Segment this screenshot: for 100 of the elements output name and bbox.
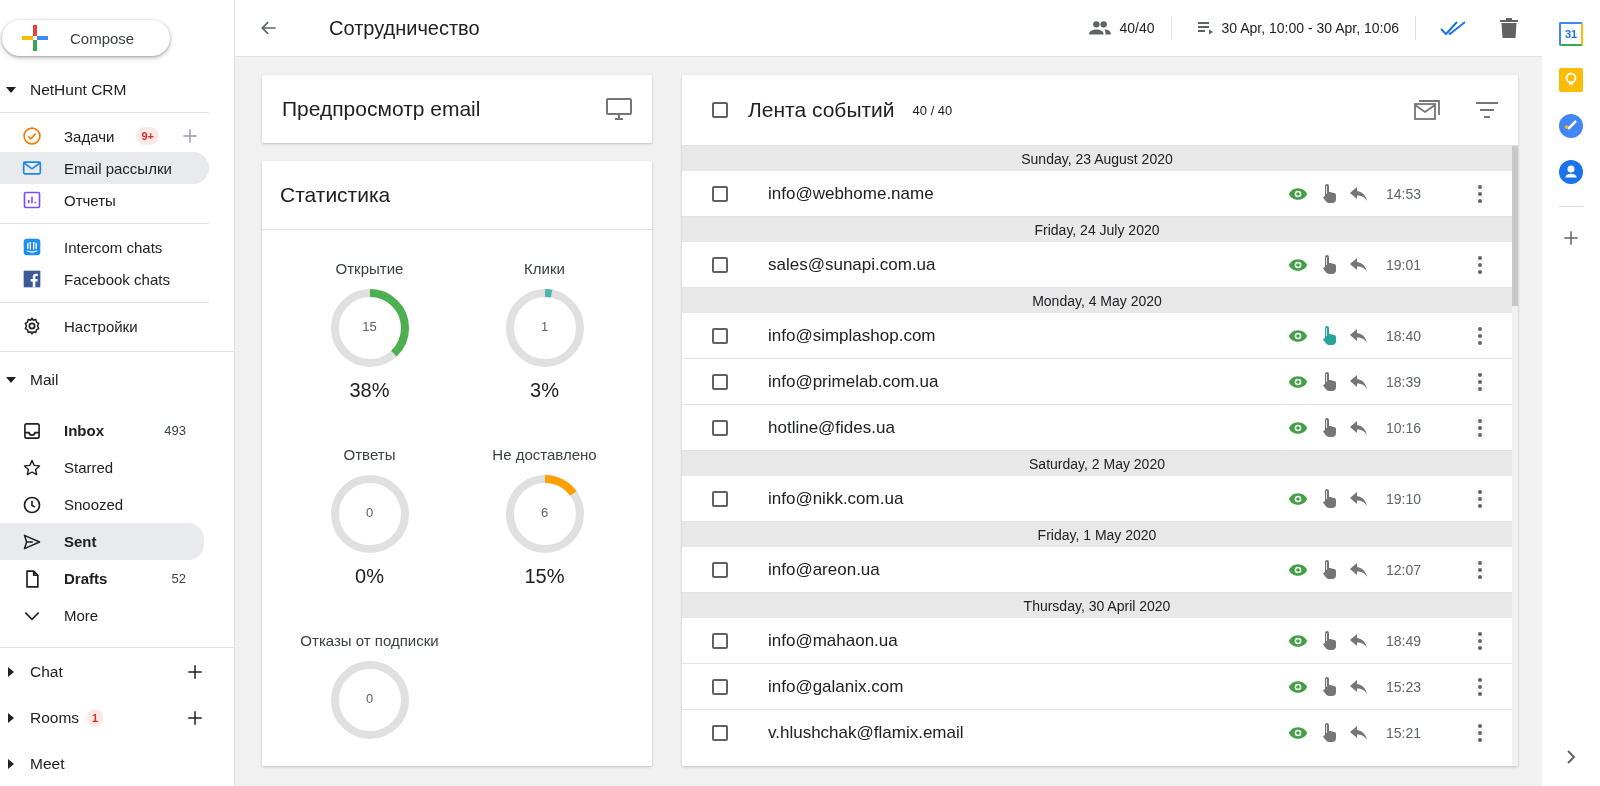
row-checkbox[interactable]	[712, 373, 728, 390]
sidebar-item-label: Drafts	[64, 570, 109, 587]
calendar-icon[interactable]: 31	[1559, 22, 1583, 46]
sidebar-item-label: Настройки	[64, 317, 139, 335]
sidebar-item[interactable]: Starred	[0, 449, 204, 486]
inbox-icon	[22, 420, 42, 441]
row-checkbox[interactable]	[712, 256, 728, 273]
caret-down-icon[interactable]	[6, 87, 16, 93]
sidebar-item[interactable]: Email рассылки	[0, 152, 209, 184]
more-vert-icon[interactable]	[1478, 326, 1482, 345]
more-vert-icon[interactable]	[1478, 255, 1482, 274]
stat-label: Открытие	[335, 260, 404, 277]
monitor-icon[interactable]	[606, 98, 632, 120]
caret-right-icon[interactable]	[8, 713, 14, 723]
row-checkbox[interactable]	[712, 678, 728, 695]
caret-right-icon[interactable]	[8, 667, 14, 677]
clock-icon	[22, 494, 42, 515]
sidebar-item[interactable]: Задачи 9+	[0, 120, 209, 152]
more-vert-icon[interactable]	[1478, 184, 1482, 203]
sidebar-item[interactable]: Inbox 493	[0, 412, 204, 449]
event-time: 10:16	[1385, 419, 1423, 436]
section-title[interactable]: Rooms	[30, 709, 80, 727]
more-vert-icon[interactable]	[1478, 723, 1482, 742]
more-vert-icon[interactable]	[1478, 631, 1482, 650]
sidebar-item[interactable]: Intercom chats	[0, 231, 209, 263]
section-title[interactable]: Mail	[30, 371, 59, 389]
caret-down-icon[interactable]	[6, 377, 16, 383]
sidebar-item[interactable]: Drafts 52	[0, 560, 204, 597]
event-row[interactable]: v.hlushchak@flamix.email 15:21	[682, 710, 1512, 755]
chevron-right-icon[interactable]	[1566, 750, 1576, 764]
stat-label: Отказы от подписки	[300, 632, 439, 649]
event-row[interactable]: info@galanix.com 15:23	[682, 664, 1512, 710]
date-header: Friday, 24 July 2020	[682, 217, 1512, 242]
envelopes-icon[interactable]	[1414, 99, 1440, 121]
row-checkbox[interactable]	[712, 724, 728, 741]
chat-bars-icon	[22, 237, 42, 257]
sidebar-item[interactable]: Настройки	[0, 310, 209, 342]
event-row[interactable]: info@mahaon.ua 18:49	[682, 618, 1512, 664]
sidebar-item[interactable]: Sent	[0, 523, 204, 560]
sidebar-item-label: Email рассылки	[64, 159, 173, 177]
row-checkbox[interactable]	[712, 632, 728, 649]
more-vert-icon[interactable]	[1478, 560, 1482, 579]
event-time: 12:07	[1385, 561, 1423, 578]
add-icon[interactable]	[1562, 229, 1580, 247]
star-icon	[22, 457, 42, 478]
compose-button[interactable]: Compose	[2, 20, 170, 56]
sidebar-item-label: Facebook chats	[64, 270, 171, 288]
participants-count: 40/40	[1119, 20, 1155, 36]
sidebar-item[interactable]: Facebook chats	[0, 263, 209, 295]
sidebar-item-label: Задачи	[64, 127, 115, 145]
stat-label: Клики	[524, 260, 565, 277]
unread-count: 52	[171, 571, 186, 586]
row-checkbox[interactable]	[712, 419, 728, 436]
sidebar-item[interactable]: More	[0, 597, 204, 634]
filter-icon[interactable]	[1476, 102, 1498, 118]
event-row[interactable]: info@primelab.com.ua 18:39	[682, 359, 1512, 405]
card-title: Лента событий	[748, 98, 895, 122]
sidebar-item-label: More	[64, 607, 100, 624]
row-checkbox[interactable]	[712, 327, 728, 344]
stat-label: Не доставлено	[492, 446, 597, 463]
count-badge: 9+	[136, 127, 159, 145]
row-checkbox[interactable]	[712, 561, 728, 578]
more-vert-icon[interactable]	[1478, 418, 1482, 437]
email-address: info@mahaon.ua	[768, 630, 899, 651]
donut-value: 0	[364, 505, 375, 520]
event-row[interactable]: info@simplashop.com 18:40	[682, 313, 1512, 359]
donut-value: 0	[364, 691, 375, 706]
trash-icon[interactable]	[1500, 18, 1518, 38]
contact-icon[interactable]	[1559, 160, 1583, 184]
more-vert-icon[interactable]	[1478, 372, 1482, 391]
count-badge: 1	[87, 709, 104, 727]
row-checkbox[interactable]	[712, 490, 728, 507]
add-icon[interactable]	[186, 663, 204, 681]
row-checkbox[interactable]	[712, 185, 728, 202]
section-title[interactable]: Chat	[30, 663, 63, 681]
event-time: 15:23	[1385, 678, 1423, 695]
event-time: 19:10	[1385, 490, 1423, 507]
scrollbar-thumb[interactable]	[1512, 146, 1518, 306]
event-time: 15:21	[1385, 724, 1423, 741]
card-title: Предпросмотр email	[282, 97, 481, 121]
event-time: 18:40	[1385, 327, 1423, 344]
sidebar-item-label: Starred	[64, 459, 115, 476]
sidebar-item-label: Отчеты	[64, 191, 117, 209]
campaign-title: Сотрудничество	[329, 16, 481, 40]
more-vert-icon[interactable]	[1478, 677, 1482, 696]
pencil-check-icon[interactable]	[1559, 114, 1583, 138]
select-all-checkbox[interactable]	[712, 102, 728, 118]
caret-right-icon[interactable]	[8, 759, 14, 769]
add-icon[interactable]	[186, 709, 204, 727]
event-time: 18:49	[1385, 632, 1423, 649]
section-title[interactable]: NetHunt CRM	[30, 81, 127, 99]
section-title[interactable]: Meet	[30, 755, 65, 773]
sidebar-item[interactable]: Отчеты	[0, 184, 209, 216]
plus-icon	[20, 23, 50, 53]
more-vert-icon[interactable]	[1478, 489, 1482, 508]
email-address: sales@sunapi.com.ua	[768, 254, 937, 275]
date-header: Sunday, 23 August 2020	[682, 146, 1512, 171]
sidebar-item[interactable]: Snoozed	[0, 486, 204, 523]
double-check-icon[interactable]	[1440, 20, 1466, 36]
stat-percent: 38%	[349, 379, 390, 402]
